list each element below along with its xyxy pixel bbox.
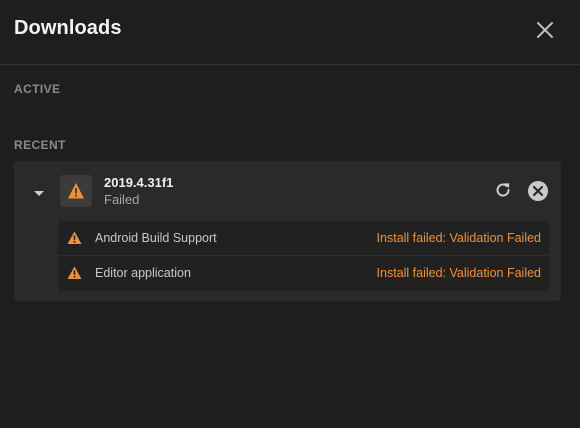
component-error: Install failed: Validation Failed (376, 231, 541, 245)
list-item: Editor application Install failed: Valid… (58, 256, 549, 290)
recent-section-label: RECENT (14, 138, 66, 152)
expand-toggle-button[interactable] (32, 185, 46, 196)
warning-icon (67, 266, 82, 279)
close-icon (537, 22, 553, 38)
recent-download-card: 2019.4.31f1 Failed Android Build Support… (14, 161, 561, 301)
retry-icon (496, 183, 510, 197)
chevron-down-icon (34, 191, 44, 196)
cancel-circle-icon (528, 181, 548, 201)
active-section-label: ACTIVE (14, 82, 61, 96)
warning-icon (67, 231, 82, 244)
component-list: Android Build Support Install failed: Va… (58, 221, 549, 291)
version-name: 2019.4.31f1 (104, 175, 174, 190)
version-status: Failed (104, 192, 140, 207)
warning-icon (68, 183, 84, 199)
component-name: Editor application (95, 266, 191, 280)
downloads-panel: Downloads ACTIVE RECENT 2019.4.31f1 Fail… (0, 0, 580, 428)
cancel-button[interactable] (527, 180, 549, 202)
retry-button[interactable] (493, 180, 513, 200)
list-item: Android Build Support Install failed: Va… (58, 221, 549, 256)
close-button[interactable] (533, 18, 557, 42)
component-name: Android Build Support (95, 231, 217, 245)
page-title: Downloads (14, 17, 122, 39)
component-error: Install failed: Validation Failed (376, 266, 541, 280)
version-status-icon-box (60, 175, 92, 207)
downloads-header: Downloads (0, 0, 580, 65)
